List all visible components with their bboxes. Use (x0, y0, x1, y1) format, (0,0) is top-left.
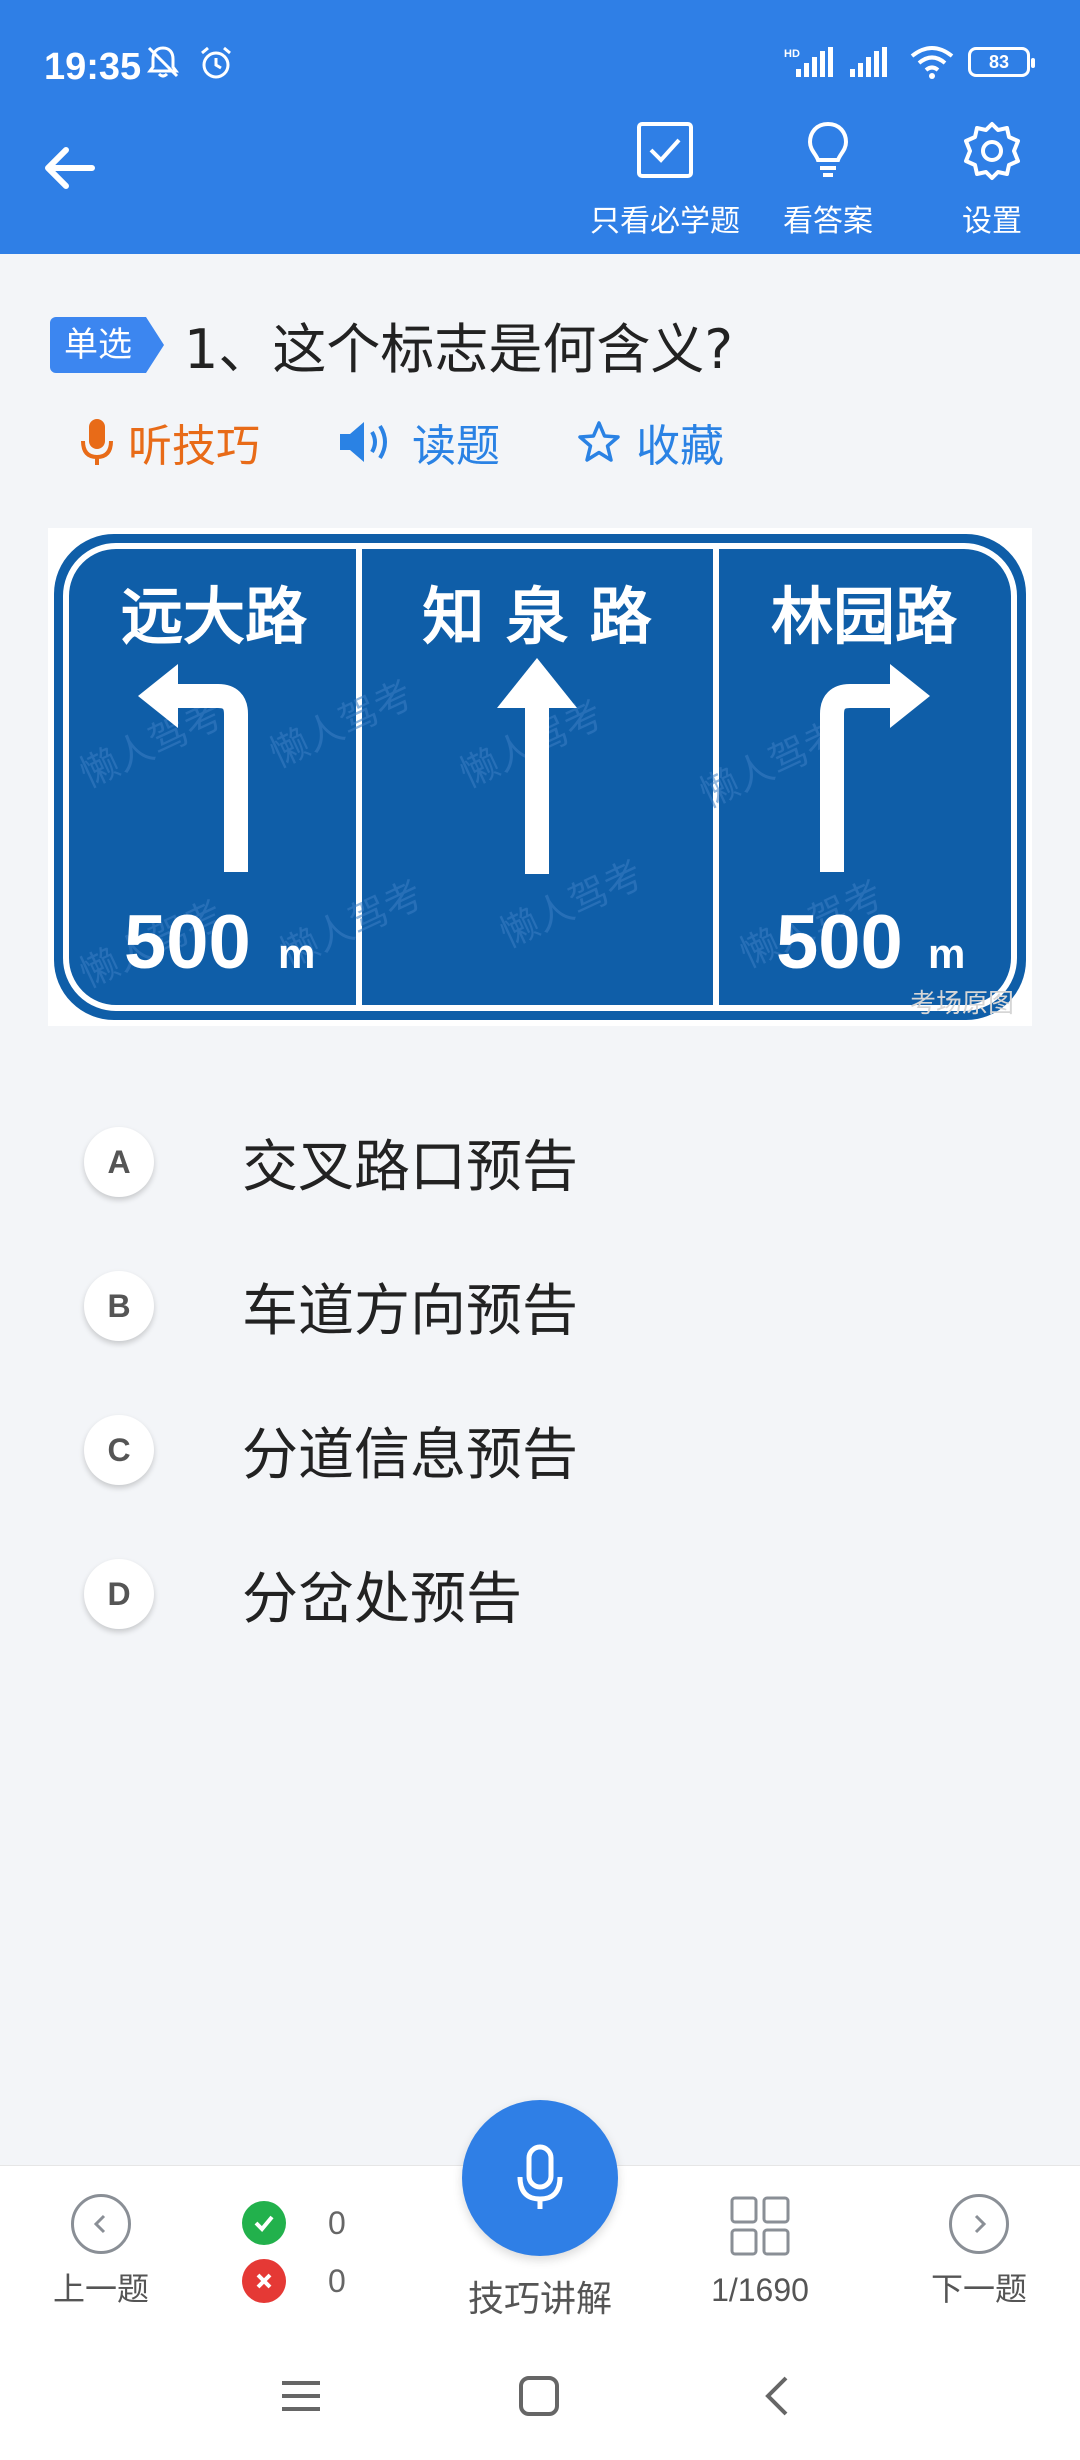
question-text: 1、这个标志是何含义? (184, 318, 734, 381)
status-icons-left (145, 44, 235, 82)
correct-check-icon (242, 2201, 286, 2245)
option-c[interactable]: C 分道信息预告 (84, 1378, 578, 1522)
listen-tip-button[interactable]: 听技巧 (80, 410, 260, 474)
option-d[interactable]: D 分岔处预告 (84, 1522, 578, 1666)
sign-left-unit: m (278, 930, 315, 977)
status-icons-right: HD 83 (784, 44, 1035, 80)
bell-off-icon (147, 46, 179, 78)
option-letter: D (84, 1559, 154, 1629)
chevron-left-icon (765, 2376, 788, 2416)
microphone-icon (517, 2144, 563, 2209)
question-actions: 听技巧 读题 收藏 (80, 410, 800, 474)
option-text: 分道信息预告 (242, 1422, 578, 1488)
read-question-button[interactable]: 读题 (336, 410, 500, 474)
option-text: 车道方向预告 (242, 1278, 578, 1344)
option-a[interactable]: A 交叉路口预告 (84, 1090, 578, 1234)
settings-label: 设置 (962, 204, 1022, 239)
home-button[interactable] (516, 2373, 562, 2423)
prev-question-button[interactable]: 上一题 (46, 2194, 156, 2310)
microphone-icon (81, 419, 113, 465)
favorite-button[interactable]: 收藏 (576, 410, 724, 474)
correct-count: 0 (328, 2204, 346, 2241)
option-text: 分岔处预告 (242, 1566, 522, 1632)
svg-text:HD: HD (784, 48, 800, 60)
question-type-badge: 单选 (50, 316, 164, 373)
sign-right-road: 林园路 (771, 580, 958, 653)
grid-icon (730, 2196, 790, 2256)
question-header: 单选 1、这个标志是何含义? (50, 305, 733, 384)
gear-icon (964, 122, 1020, 180)
read-question-label: 读题 (412, 421, 500, 472)
must-study-label: 只看必学题 (590, 204, 740, 239)
checkbox-icon (637, 122, 693, 178)
favorite-label: 收藏 (636, 421, 724, 472)
view-answer-label: 看答案 (783, 204, 873, 239)
sign-left-road: 远大路 (121, 580, 308, 653)
sign-center-road: 知 泉 路 (422, 580, 652, 653)
system-back-button[interactable] (756, 2373, 802, 2423)
prev-question-label: 上一题 (52, 2270, 149, 2308)
arrow-left-icon (45, 147, 95, 189)
signal-icon (850, 47, 887, 77)
progress-label: 1/1690 (711, 2272, 809, 2308)
next-question-label: 下一题 (930, 2270, 1027, 2308)
option-text: 交叉路口预告 (242, 1134, 578, 1200)
next-question-button[interactable]: 下一题 (924, 2194, 1034, 2310)
chevron-right-icon (949, 2194, 1009, 2254)
alarm-icon (201, 46, 231, 79)
option-letter: C (84, 1415, 154, 1485)
lightbulb-icon (807, 121, 849, 177)
image-caption: 考场原图 (909, 989, 1014, 1019)
top-bar: 19:35 HD 83 只看必学题 看答案 设置 (0, 0, 1080, 254)
listen-tip-label: 听技巧 (128, 421, 260, 472)
system-nav-bar (0, 2345, 1080, 2460)
question-image: 懒人驾考 懒人驾考 懒人驾考 懒人驾考 懒人驾考 懒人驾考 懒人驾考 懒人驾考 … (48, 528, 1032, 1026)
road-sign: 懒人驾考 懒人驾考 懒人驾考 懒人驾考 懒人驾考 懒人驾考 懒人驾考 懒人驾考 … (54, 534, 1026, 1020)
chevron-left-icon (71, 2194, 131, 2254)
tip-explain-button[interactable] (462, 2100, 618, 2256)
wrong-x-icon (242, 2259, 286, 2303)
square-icon (519, 2376, 559, 2416)
speaker-icon (340, 422, 387, 462)
signal-hd-icon: HD (784, 47, 833, 77)
sign-left-distance: 500 (124, 900, 251, 985)
wrong-count: 0 (328, 2262, 346, 2299)
option-b[interactable]: B 车道方向预告 (84, 1234, 578, 1378)
sign-right-unit: m (928, 930, 965, 977)
battery-indicator: 83 (968, 47, 1035, 77)
wifi-icon (910, 46, 954, 79)
must-study-toggle[interactable]: 只看必学题 (585, 120, 745, 240)
question-grid-button[interactable]: 1/1690 (700, 2194, 820, 2309)
sign-right-distance: 500 (776, 900, 903, 985)
menu-button[interactable] (278, 2373, 324, 2423)
status-time: 19:35 (44, 46, 142, 88)
option-letter: B (84, 1271, 154, 1341)
star-outline-icon (578, 421, 620, 462)
score-summary: 0 0 (242, 2196, 346, 2312)
option-letter: A (84, 1127, 154, 1197)
tip-explain-label: 技巧讲解 (467, 2279, 612, 2320)
back-button[interactable] (40, 138, 120, 218)
answer-options: A 交叉路口预告 B 车道方向预告 C 分道信息预告 D 分岔处预告 (84, 1090, 578, 1666)
settings-button[interactable]: 设置 (912, 120, 1072, 240)
view-answer-button[interactable]: 看答案 (748, 120, 908, 240)
menu-icon (282, 2381, 320, 2411)
